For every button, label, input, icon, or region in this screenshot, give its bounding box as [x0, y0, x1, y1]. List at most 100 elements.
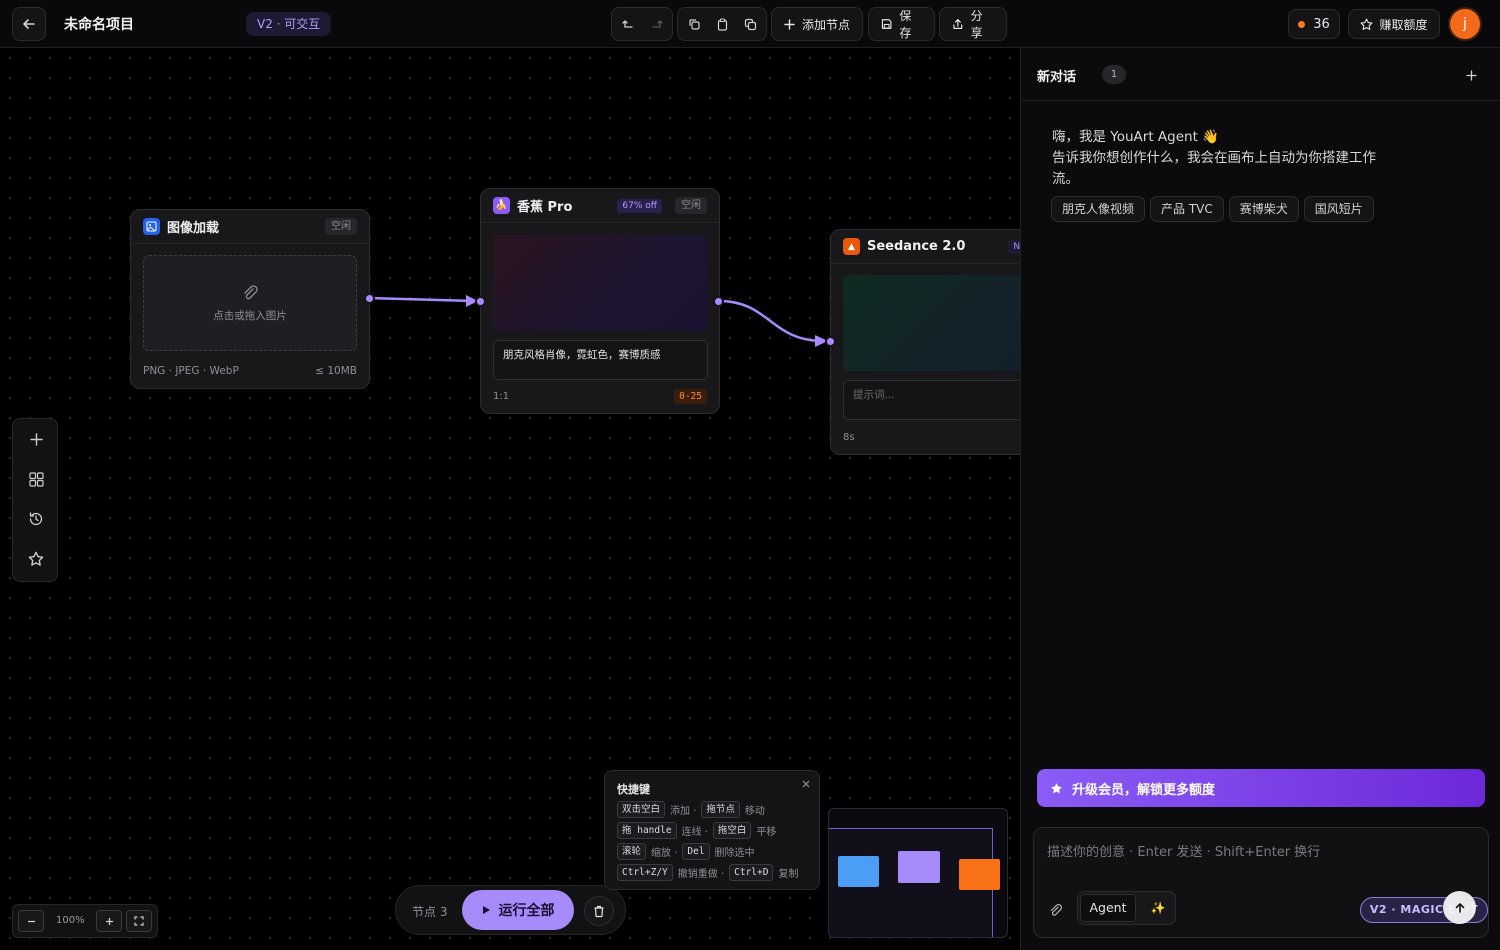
upgrade-banner[interactable]: 升级会员，解锁更多额度 — [1037, 769, 1485, 807]
credit-dot-icon — [1298, 20, 1306, 28]
image-dropzone[interactable]: 点击或拖入图片 — [143, 255, 357, 351]
node-header[interactable]: ▲ Seedance 2.0 NEW — [831, 230, 1020, 264]
node-title: Seedance 2.0 — [867, 239, 966, 254]
node-header[interactable]: 图像加载 空闲 — [131, 210, 369, 244]
prompt-input[interactable]: 提示词... — [843, 380, 1020, 420]
suggestion-chip[interactable]: 朋克人像视频 — [1051, 196, 1146, 222]
aspect-ratio[interactable]: 1:1 — [493, 391, 509, 402]
chat-input[interactable]: 描述你的创意 · Enter 发送 · Shift+Enter 换行 — [1047, 841, 1320, 860]
undo-button[interactable] — [614, 10, 642, 38]
arrow-up-icon — [1455, 902, 1464, 913]
earn-credits-button[interactable]: 赚取额度 — [1348, 9, 1440, 39]
discount-badge: 67% off — [617, 198, 662, 213]
upgrade-label: 升级会员，解锁更多额度 — [1072, 782, 1216, 798]
cost-badge: 0-25 — [674, 389, 707, 404]
run-bar: 节点 3 运行全部 — [395, 885, 626, 935]
project-title[interactable]: 未命名项目 — [64, 14, 134, 34]
duplicate-button[interactable] — [736, 10, 764, 38]
suggestion-chip[interactable]: 赛博柴犬 — [1228, 196, 1299, 222]
mode-switcher: Agent ✨ — [1077, 891, 1176, 925]
banana-output-port[interactable] — [713, 296, 724, 307]
share-button[interactable]: 分享 — [939, 7, 1007, 41]
chat-composer: 描述你的创意 · Enter 发送 · Shift+Enter 换行 Agent… — [1033, 827, 1489, 938]
new-badge: NEW — [1008, 239, 1020, 254]
key-label: 拖节点 — [701, 800, 740, 818]
send-button[interactable] — [1443, 891, 1476, 924]
version-badge: V2 · 可交互 — [246, 12, 332, 36]
banana-pro-node[interactable]: 🍌 香蕉 Pro 67% off 空闲 朋克风格肖像，霓虹色，赛博质感 1:1 … — [480, 188, 720, 414]
share-label: 分享 — [970, 9, 983, 40]
arrow-left-icon — [23, 19, 35, 29]
favorites-tool-button[interactable] — [21, 544, 51, 574]
image-icon — [143, 218, 160, 235]
shortcut-description: 撤销重做 · — [677, 868, 725, 880]
minus-icon — [27, 920, 35, 922]
seedance-icon: ▲ — [843, 238, 860, 255]
seedance-node[interactable]: ▲ Seedance 2.0 NEW 提示词... 8s — [830, 229, 1020, 455]
save-button[interactable]: 保存 — [868, 7, 935, 41]
image-load-output-port[interactable] — [364, 293, 375, 304]
paperclip-icon — [244, 284, 258, 299]
run-all-label: 运行全部 — [498, 903, 555, 919]
format-hint: PNG · JPEG · WebP — [143, 365, 239, 377]
save-label: 保存 — [899, 9, 912, 40]
zoom-in-button[interactable] — [96, 910, 122, 932]
star-icon — [1361, 18, 1373, 30]
zoom-controls: 100% — [12, 904, 158, 938]
new-chat-button[interactable] — [1461, 65, 1481, 85]
history-tool-button[interactable] — [21, 504, 51, 534]
paste-button[interactable] — [708, 10, 736, 38]
minimap[interactable] — [828, 808, 1008, 938]
shortcuts-panel: 快捷键 双击空白 添加 · 拖节点 移动拖 handle 连线 · 拖空白 平移 滚轮 缩放 ·… — [604, 770, 820, 890]
plus-icon — [29, 432, 43, 446]
zoom-out-button[interactable] — [18, 910, 44, 932]
back-button[interactable] — [12, 7, 46, 41]
clipboard-group — [677, 7, 767, 41]
banana-icon: 🍌 — [493, 197, 510, 214]
workflow-canvas[interactable]: 图像加载 空闲 点击或拖入图片 PNG · JPEG · WebP ≤ 10MB… — [0, 48, 1020, 950]
grid-tool-button[interactable] — [21, 464, 51, 494]
add-tool-button[interactable] — [21, 424, 51, 454]
fit-view-button[interactable] — [126, 910, 152, 932]
add-node-button[interactable]: 添加节点 — [771, 7, 863, 41]
banana-input-port[interactable] — [475, 296, 486, 307]
intro-line: 告诉我你想创作什么，我会在画布上自动为你搭建工作流。 — [1052, 150, 1376, 187]
shortcut-description: 平移 — [756, 826, 777, 838]
redo-icon — [651, 19, 663, 28]
minimap-node-image — [838, 856, 879, 887]
shortcut-description: 添加 · — [670, 805, 697, 817]
prompt-input[interactable]: 朋克风格肖像，霓虹色，赛博质感 — [493, 340, 708, 380]
chat-header: 新对话 1 — [1021, 48, 1500, 101]
minimap-node-banana — [898, 851, 940, 883]
user-avatar[interactable]: j — [1450, 9, 1480, 39]
edge-image-to-banana — [368, 296, 475, 303]
suggestion-chip[interactable]: 产品 TVC — [1150, 196, 1224, 222]
agent-mode-button[interactable]: Agent — [1080, 894, 1136, 922]
node-header[interactable]: 🍌 香蕉 Pro 67% off 空闲 — [481, 189, 719, 223]
image-load-node[interactable]: 图像加载 空闲 点击或拖入图片 PNG · JPEG · WebP ≤ 10MB — [130, 209, 370, 389]
shortcut-description: 删除选中 — [714, 847, 755, 859]
status-badge: 空闲 — [325, 218, 357, 235]
close-shortcuts-button[interactable] — [799, 777, 813, 791]
side-toolbar — [12, 418, 58, 582]
credits-indicator[interactable]: 36 — [1288, 9, 1340, 39]
duration-label[interactable]: 8s — [843, 432, 855, 443]
chat-title[interactable]: 新对话 — [1037, 66, 1076, 85]
attach-button[interactable] — [1046, 901, 1064, 919]
output-preview — [493, 235, 708, 331]
clipboard-icon — [717, 17, 727, 31]
key-label: Del — [682, 842, 710, 860]
sparkle-icon[interactable]: ✨ — [1148, 898, 1168, 918]
delete-button[interactable] — [584, 896, 614, 926]
redo-button[interactable] — [642, 10, 670, 38]
copy-button[interactable] — [680, 10, 708, 38]
seedance-input-port[interactable] — [825, 336, 836, 347]
duplicate-icon — [744, 18, 756, 30]
greeting-line: 嗨，我是 YouArt Agent 👋 — [1052, 129, 1219, 145]
shortcut-row: 拖 handle 连线 · 拖空白 平移 — [617, 821, 776, 839]
shortcuts-title: 快捷键 — [617, 783, 650, 796]
suggestion-chip[interactable]: 国风短片 — [1303, 196, 1374, 222]
credits-value: 36 — [1313, 16, 1330, 32]
close-icon — [802, 780, 810, 788]
run-all-button[interactable]: 运行全部 — [462, 890, 574, 930]
